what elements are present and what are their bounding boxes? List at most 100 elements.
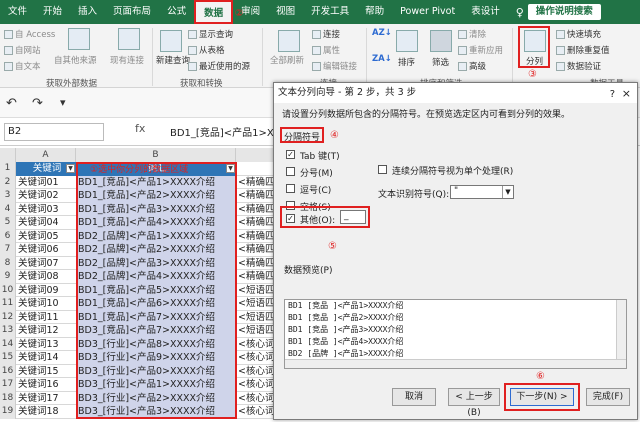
column-header-c[interactable]	[236, 148, 276, 162]
cell-a[interactable]: 关键词11	[16, 311, 76, 325]
cell-b[interactable]: BD3_[行业]<产品1>XXXX介绍	[76, 378, 236, 392]
filter-dropdown-icon[interactable]: ▼	[226, 164, 235, 173]
cell-c[interactable]: <精确匹	[236, 176, 276, 190]
edit-links-button[interactable]: 编辑链接	[312, 60, 357, 72]
row-number[interactable]: 3	[0, 189, 16, 203]
cell-b[interactable]: BD1_[竞品]<产品4>XXXX介绍	[76, 216, 236, 230]
row-number[interactable]: 2	[0, 175, 16, 189]
row-number[interactable]: 19	[0, 405, 16, 419]
other-checkbox[interactable]: ✓	[286, 214, 295, 223]
tell-me-search[interactable]: 操作说明搜索	[527, 4, 601, 20]
name-box[interactable]: B2	[4, 123, 104, 141]
cell-c[interactable]: <精确匹	[236, 189, 276, 203]
cell-c[interactable]: <核心词	[236, 365, 276, 379]
cell-b[interactable]: BD1_[竞品]<产品3>XXXX介绍	[76, 202, 236, 216]
column-header-a[interactable]: A	[16, 148, 76, 162]
cell-a[interactable]: 关键词04	[16, 216, 76, 230]
from-web-button[interactable]: 自网站	[4, 44, 41, 56]
cell-a[interactable]: 关键词13	[16, 338, 76, 352]
other-delimiter-input[interactable]: _	[340, 210, 366, 224]
tab-0[interactable]: 文件	[0, 0, 35, 24]
row-number[interactable]: 17	[0, 378, 16, 392]
cell-a[interactable]: 关键词18	[16, 405, 76, 419]
row-number[interactable]: 4	[0, 202, 16, 216]
cell-c[interactable]: <核心词	[236, 338, 276, 352]
cell-a[interactable]: 关键词06	[16, 243, 76, 257]
sort-za-icon[interactable]: ZA↓	[372, 54, 392, 64]
cell-c[interactable]: <精确匹	[236, 243, 276, 257]
tab-9[interactable]: 帮助	[357, 0, 392, 24]
sort-az-icon[interactable]: AZ↓	[372, 28, 392, 38]
data-validation-button[interactable]: 数据验证	[556, 60, 601, 72]
finish-button[interactable]: 完成(F)	[586, 388, 630, 406]
from-other-button[interactable]: 自其他来源	[54, 54, 97, 66]
comma-checkbox[interactable]	[286, 184, 295, 193]
cell-a[interactable]: 关键词01	[16, 176, 76, 190]
cell-c[interactable]: <短语匹	[236, 324, 276, 338]
row-number[interactable]: 13	[0, 324, 16, 338]
preview-horizontal-scrollbar[interactable]	[285, 359, 626, 368]
row-number[interactable]: 15	[0, 351, 16, 365]
cell-b[interactable]: BD3_[行业]<产品2>XXXX介绍	[76, 391, 236, 405]
text-to-columns-button[interactable]: 分列	[526, 55, 543, 67]
cell-a[interactable]: 关键词02	[16, 189, 76, 203]
back-button[interactable]: < 上一步(B)	[448, 388, 500, 418]
connections-button[interactable]: 连接	[312, 28, 340, 40]
tab-3[interactable]: 页面布局	[105, 0, 159, 24]
row-number[interactable]: 18	[0, 391, 16, 405]
tab-checkbox[interactable]: ✓	[286, 150, 295, 159]
next-button[interactable]: 下一步(N) >	[510, 388, 574, 406]
data-preview[interactable]: BD1 [竞品 ]<产品1>XXXX介绍 BD1 [竞品 ]<产品2>XXXX介绍…	[284, 299, 627, 369]
reapply-button[interactable]: 重新应用	[458, 44, 503, 56]
row-number[interactable]: 12	[0, 310, 16, 324]
tab-2[interactable]: 插入	[70, 0, 105, 24]
customize-toolbar-icon[interactable]: ▾	[60, 96, 66, 109]
row-number[interactable]: 1	[0, 162, 16, 176]
new-query-button[interactable]: 新建查询	[156, 54, 190, 66]
qualifier-select[interactable]: " ▼	[450, 185, 514, 199]
sort-button[interactable]: 排序	[398, 56, 415, 68]
cell-b[interactable]: BD1_[竞品]<产品5>XXXX介绍	[76, 283, 236, 297]
cell-a[interactable]: 关键词03	[16, 203, 76, 217]
tab-10[interactable]: Power Pivot	[392, 0, 463, 24]
cell-a[interactable]: 关键词07	[16, 257, 76, 271]
undo-icon[interactable]: ↶	[6, 96, 17, 111]
row-number[interactable]: 6	[0, 229, 16, 243]
refresh-all-button[interactable]: 全部刷新	[270, 54, 304, 66]
cell-a[interactable]: 关键词05	[16, 230, 76, 244]
cell-b[interactable]: BD2_[品牌]<产品3>XXXX介绍	[76, 256, 236, 270]
redo-icon[interactable]: ↷	[32, 96, 43, 111]
cell-c[interactable]: <精确匹	[236, 230, 276, 244]
tab-5[interactable]: 数据 ②	[194, 0, 243, 24]
column-header-b[interactable]: B	[76, 148, 236, 162]
filter-button[interactable]: 筛选	[432, 56, 449, 68]
tab-6[interactable]: 审阅	[233, 0, 268, 24]
flash-fill-button[interactable]: 快速填充	[556, 28, 601, 40]
consecutive-checkbox[interactable]	[378, 165, 387, 174]
cell-c[interactable]	[236, 162, 276, 176]
cell-b[interactable]: BD2_[品牌]<产品1>XXXX介绍	[76, 229, 236, 243]
cancel-button[interactable]: 取消	[392, 388, 436, 406]
tab-7[interactable]: 视图	[268, 0, 303, 24]
show-queries-button[interactable]: 显示查询	[188, 28, 233, 40]
filter-dropdown-icon[interactable]: ▼	[66, 164, 75, 173]
row-number[interactable]: 7	[0, 243, 16, 257]
row-number[interactable]: 10	[0, 283, 16, 297]
cell-a[interactable]: 关键词09	[16, 284, 76, 298]
select-all-corner[interactable]	[0, 148, 16, 162]
row-number[interactable]: 5	[0, 216, 16, 230]
cell-b[interactable]: BD1_[竞品]<产品6>XXXX介绍	[76, 297, 236, 311]
cell-a[interactable]: 关键词17	[16, 392, 76, 406]
cell-c[interactable]: <精确匹	[236, 203, 276, 217]
help-icon[interactable]: ?	[610, 85, 615, 105]
cell-b[interactable]: BD1_[竞品]<产品7>XXXX介绍	[76, 310, 236, 324]
tab-8[interactable]: 开发工具	[303, 0, 357, 24]
close-icon[interactable]: ×	[622, 84, 631, 104]
cell-b[interactable]: BD3_[行业]<产品8>XXXX介绍	[76, 337, 236, 351]
row-number[interactable]: 16	[0, 364, 16, 378]
fx-icon[interactable]: fx	[135, 122, 145, 135]
cell-c[interactable]: <核心词	[236, 392, 276, 406]
cell-b[interactable]: BD3_[行业]<产品9>XXXX介绍	[76, 351, 236, 365]
cell-c[interactable]: <短语匹	[236, 297, 276, 311]
row-number[interactable]: 11	[0, 297, 16, 311]
